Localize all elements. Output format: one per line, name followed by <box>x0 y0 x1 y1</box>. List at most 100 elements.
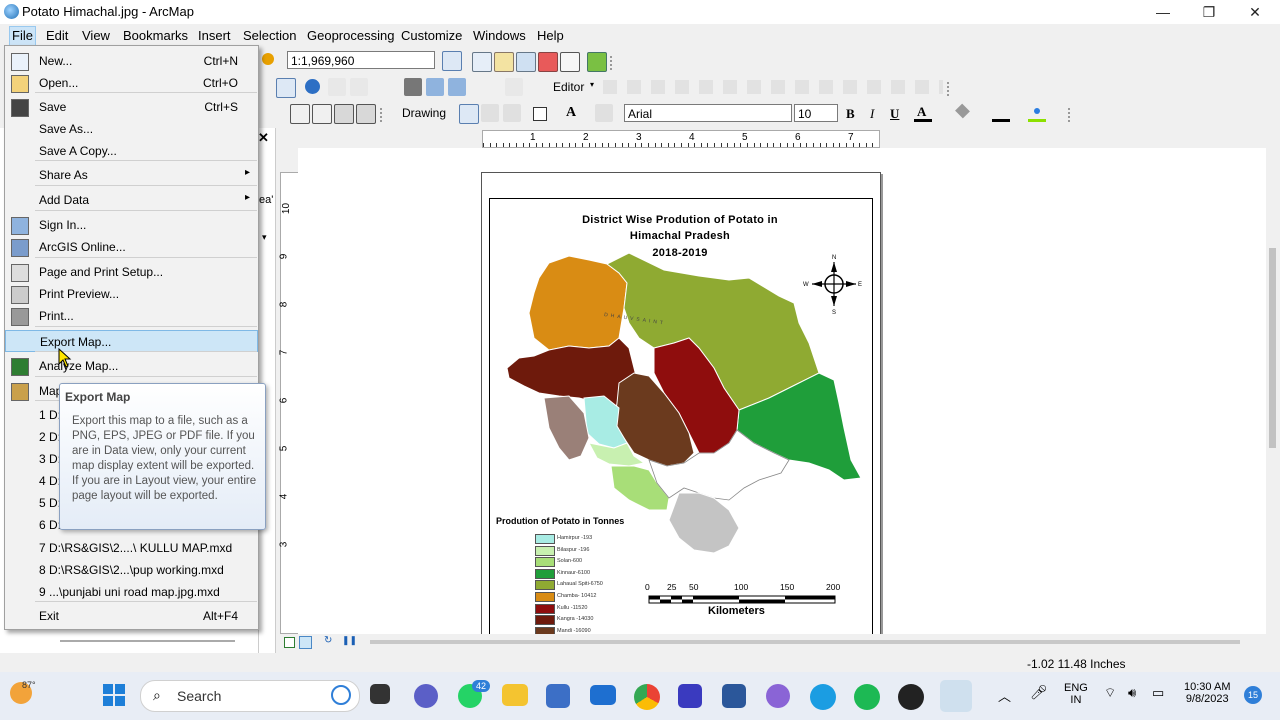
panel-scrollbar[interactable] <box>60 640 235 642</box>
scale-combobox[interactable]: 1:1,969,960 <box>287 51 435 69</box>
font-size-combobox[interactable]: 10 <box>794 104 838 122</box>
wifi-icon[interactable]: ⌔ <box>1104 685 1116 701</box>
html-popup-icon[interactable] <box>350 78 368 96</box>
file-menu-item-save[interactable]: Save Ctrl+S <box>5 96 258 118</box>
edit-vertices-icon[interactable] <box>595 104 613 122</box>
chrome-icon[interactable] <box>634 684 660 710</box>
menu-bookmarks[interactable]: Bookmarks <box>121 27 190 45</box>
fill-color-icon[interactable] <box>954 103 972 122</box>
file-menu-item-share-as[interactable]: Share As ▸ <box>5 164 258 186</box>
file-menu-item-add-data[interactable]: Add Data ▸ <box>5 189 258 211</box>
rectangle-icon[interactable] <box>533 107 547 121</box>
file-menu-item-7-d-rs-gis-2-kullu-map-mxd[interactable]: 7 D:\RS&GIS\2....\ KULLU MAP.mxd <box>5 537 258 559</box>
task-view-icon[interactable] <box>370 684 390 704</box>
scrollbar-thumb[interactable] <box>1269 248 1276 448</box>
layout-tool-icon[interactable] <box>442 51 462 71</box>
maximize-button[interactable]: ❐ <box>1186 0 1232 24</box>
table-of-contents-icon[interactable] <box>472 52 492 72</box>
menu-edit[interactable]: Edit <box>44 27 70 45</box>
menu-selection[interactable]: Selection <box>241 27 298 45</box>
italic-button[interactable]: I <box>870 106 874 122</box>
drawing-menu[interactable]: Drawing <box>402 106 446 120</box>
obs-icon[interactable] <box>898 684 924 710</box>
file-menu-item-open[interactable]: Open... Ctrl+O <box>5 72 258 94</box>
file-menu-item-print-preview[interactable]: Print Preview... <box>5 283 258 305</box>
file-menu-item-8-d-rs-gis-2-pup-working-mxd[interactable]: 8 D:\RS&GIS\2...\pup working.mxd <box>5 559 258 581</box>
taskbar-search-box[interactable]: ⌕ Search <box>140 680 360 712</box>
menu-geoprocessing[interactable]: Geoprocessing <box>305 27 396 45</box>
edge-icon[interactable] <box>810 684 836 710</box>
battery-icon[interactable]: ▭ <box>1152 685 1164 701</box>
arctoolbox-icon[interactable] <box>538 52 558 72</box>
menu-help[interactable]: Help <box>535 27 566 45</box>
vertical-scrollbar[interactable] <box>1266 148 1280 634</box>
arcmap-taskbar-icon[interactable] <box>940 680 972 712</box>
file-menu-item-sign-in[interactable]: Sign In... <box>5 214 258 236</box>
start-button[interactable] <box>103 684 125 706</box>
focus-data-frame-icon[interactable] <box>334 104 354 124</box>
store-icon[interactable] <box>546 684 570 708</box>
file-menu-item-analyze-map[interactable]: Analyze Map... <box>5 355 258 377</box>
file-menu-item-save-a-copy[interactable]: Save A Copy... <box>5 140 258 162</box>
file-menu-item-9-punjabi-uni-road-map-jpg-mxd[interactable]: 9 ...\punjabi uni road map.jpg.mxd <box>5 581 258 603</box>
horizontal-scrollbar[interactable] <box>370 640 1240 644</box>
select-elements-icon[interactable] <box>459 104 479 124</box>
arcmap-app-icon[interactable] <box>4 4 19 19</box>
file-menu-item-page-and-print-setup[interactable]: Page and Print Setup... <box>5 261 258 283</box>
toc-dropdown-icon[interactable]: ▾ <box>262 232 267 243</box>
toolbar-grip[interactable] <box>610 56 618 70</box>
add-data-icon[interactable] <box>262 53 274 65</box>
clock[interactable]: 10:30 AM 9/8/2023 <box>1184 681 1230 705</box>
font-color-icon[interactable]: A <box>914 104 932 122</box>
menu-insert[interactable]: Insert <box>196 27 233 45</box>
app-icon[interactable] <box>678 684 702 708</box>
refresh-icon[interactable]: ↻ <box>324 635 332 646</box>
tray-chevron-icon[interactable]: ︿ <box>998 686 1011 705</box>
rotate-icon[interactable] <box>481 104 499 122</box>
teams-icon[interactable] <box>414 684 438 708</box>
file-menu-item-print[interactable]: Print... <box>5 305 258 327</box>
text-tool-icon[interactable]: A <box>566 105 576 121</box>
menu-customize[interactable]: Customize <box>399 27 464 45</box>
layout-view-button[interactable] <box>299 636 312 649</box>
file-menu-item-save-as[interactable]: Save As... <box>5 118 258 140</box>
close-panel-icon[interactable]: ✕ <box>258 130 269 146</box>
zoom-to-selected-icon[interactable] <box>503 104 521 122</box>
spotify-icon[interactable] <box>854 684 880 710</box>
find-route-icon[interactable] <box>426 78 444 96</box>
line-color-icon[interactable] <box>990 104 1010 122</box>
change-layout-icon[interactable] <box>356 104 376 124</box>
microphone-icon[interactable]: 🎤︎ <box>1030 684 1048 701</box>
toolbar-grip[interactable] <box>380 108 388 122</box>
model-builder-icon[interactable] <box>587 52 607 72</box>
search-window-icon[interactable] <box>516 52 536 72</box>
zoom-whole-page-icon[interactable] <box>290 104 310 124</box>
menu-file[interactable]: File <box>9 26 36 46</box>
bold-button[interactable]: B <box>846 106 855 122</box>
catalog-icon[interactable] <box>494 52 514 72</box>
file-menu-item-export-map[interactable]: Export Map... <box>5 330 258 352</box>
editor-dropdown-icon[interactable]: ▾ <box>590 80 594 89</box>
menu-view[interactable]: View <box>80 27 112 45</box>
underline-button[interactable]: U <box>890 106 899 122</box>
close-button[interactable]: ✕ <box>1232 0 1278 24</box>
volume-icon[interactable]: 🔊︎ <box>1128 685 1136 701</box>
language-indicator[interactable]: ENG IN <box>1064 682 1088 706</box>
mail-icon[interactable] <box>590 685 616 705</box>
minimize-button[interactable]: — <box>1140 0 1186 24</box>
hyperlink-icon[interactable] <box>328 78 346 96</box>
measure-icon[interactable] <box>505 78 523 96</box>
zoom-100-icon[interactable] <box>312 104 332 124</box>
select-elements-icon[interactable] <box>276 78 296 98</box>
python-window-icon[interactable] <box>560 52 580 72</box>
marker-color-icon[interactable] <box>1028 104 1046 122</box>
toolbar-grip[interactable] <box>947 82 955 96</box>
pause-icon[interactable]: ❚❚ <box>342 635 357 646</box>
data-view-button[interactable] <box>284 637 295 648</box>
go-to-xy-icon[interactable] <box>448 78 466 96</box>
find-icon[interactable] <box>404 78 422 96</box>
copilot-icon[interactable] <box>766 684 790 708</box>
menu-windows[interactable]: Windows <box>471 27 528 45</box>
notification-badge[interactable]: 15 <box>1244 686 1262 704</box>
file-explorer-icon[interactable] <box>502 684 528 706</box>
